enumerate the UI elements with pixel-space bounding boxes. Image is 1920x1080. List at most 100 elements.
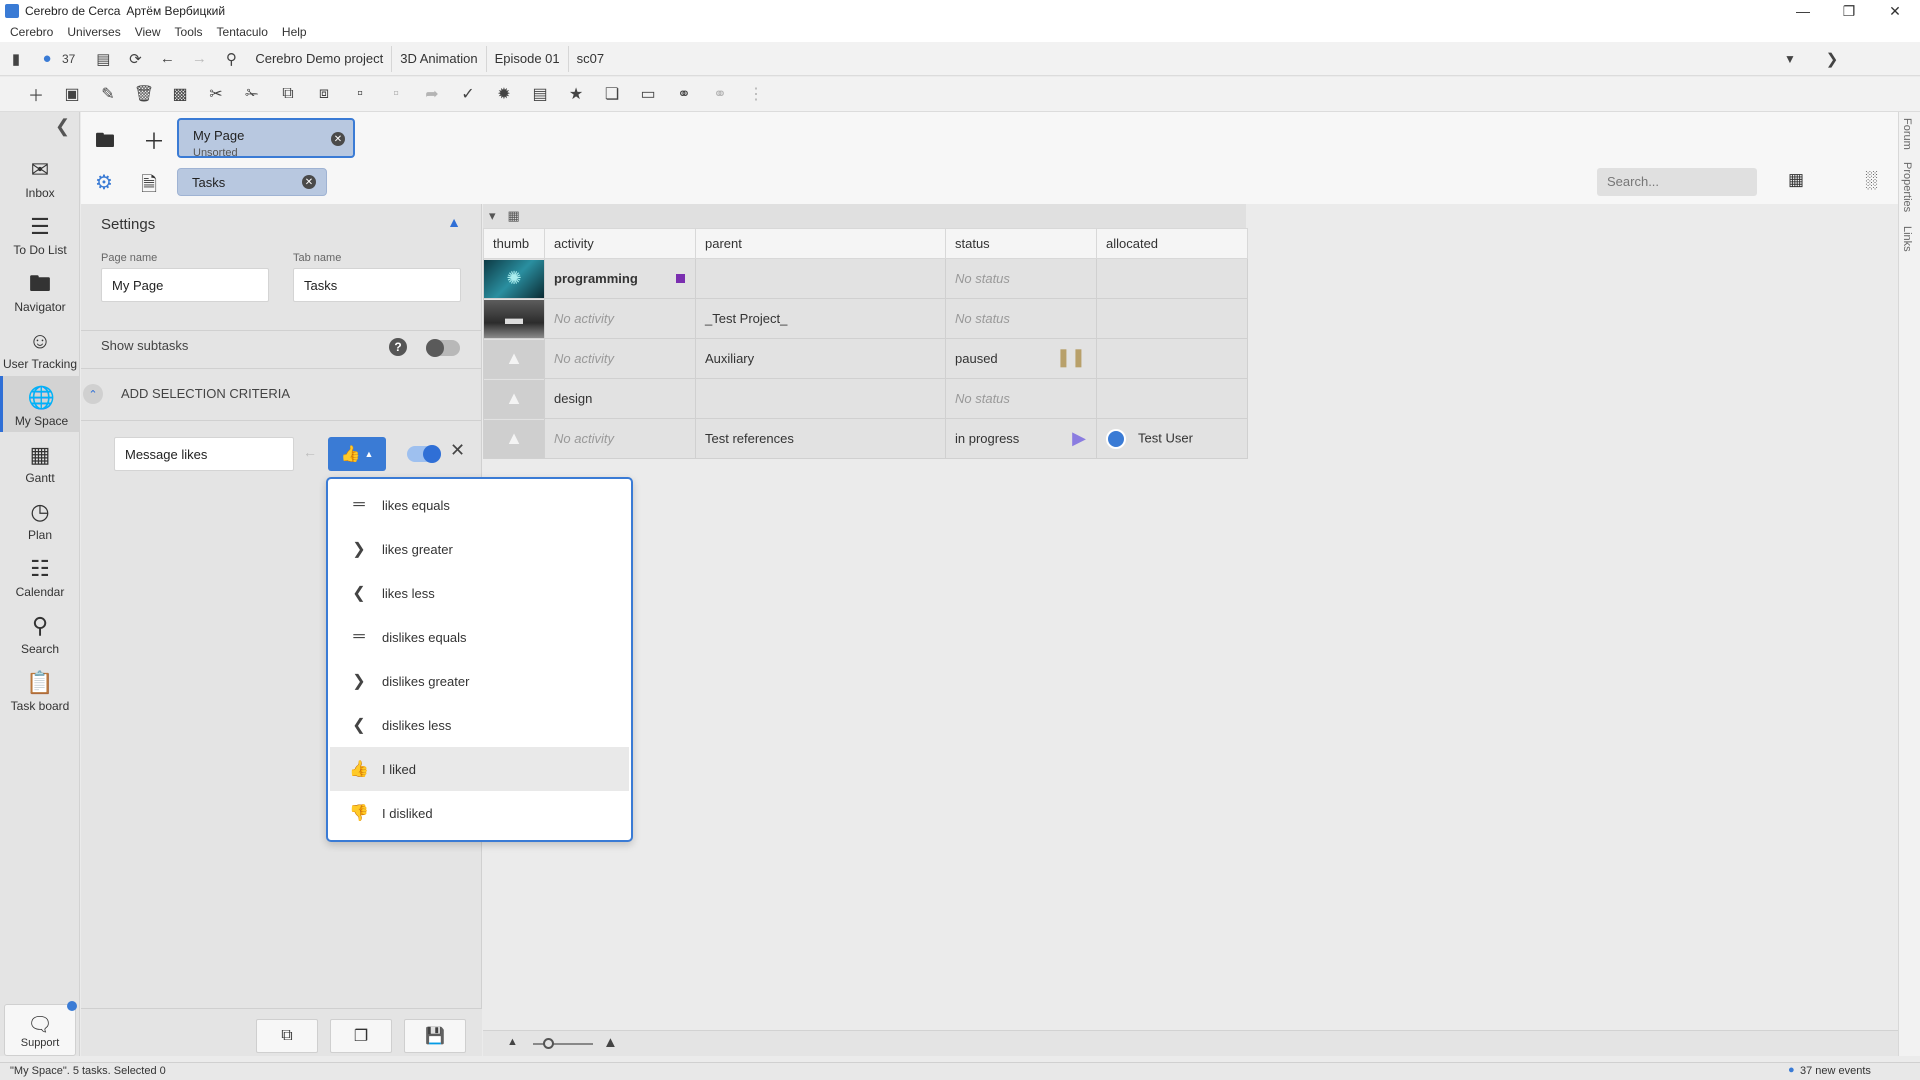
sidebar-item-user-tracking[interactable]: ☺ User Tracking <box>0 319 80 375</box>
menu-item-i-disliked[interactable]: 👎 I disliked <box>330 791 629 835</box>
excel-export-icon[interactable]: ▦ <box>1788 170 1804 190</box>
breadcrumb-scene[interactable]: sc07 <box>569 46 612 72</box>
menu-item-likes-greater[interactable]: ❯ likes greater <box>330 527 629 571</box>
close-tab-icon[interactable]: ✕ <box>302 175 316 189</box>
panel-toggle-icon[interactable]: ▮ <box>0 44 32 74</box>
copy-icon[interactable]: ⧉ <box>270 79 306 109</box>
chevron-up-icon[interactable]: ▲ <box>447 214 461 230</box>
forum-tab[interactable]: Forum <box>1901 118 1913 150</box>
add-icon[interactable]: ＋ <box>18 79 54 109</box>
filter-icon[interactable]: ▾ <box>489 208 496 224</box>
columns-icon[interactable]: ▦ <box>508 208 520 224</box>
close-window-button[interactable]: ✕ <box>1872 0 1918 22</box>
add-criteria-label[interactable]: ADD SELECTION CRITERIA <box>121 386 290 401</box>
history-dropdown-icon[interactable]: ▼ <box>1774 44 1806 74</box>
bulb-icon[interactable]: ✹ <box>486 79 522 109</box>
zoom-slider-track[interactable] <box>533 1043 593 1045</box>
layout-icon[interactable]: ▤ <box>87 44 119 74</box>
menu-cerebro[interactable]: Cerebro <box>10 25 53 39</box>
move-icon[interactable]: ▭ <box>630 79 666 109</box>
checkmark-icon[interactable]: ✓ <box>450 79 486 109</box>
refresh-icon[interactable]: ⟳ <box>119 44 151 74</box>
star-icon[interactable]: ★ <box>558 79 594 109</box>
settings-header[interactable]: Settings ▲ <box>81 204 481 244</box>
links-tab[interactable]: Links <box>1901 226 1913 252</box>
sidebar-item-to-do-list[interactable]: ☰ To Do List <box>0 205 80 261</box>
tab-name-field[interactable]: Tasks <box>293 268 461 302</box>
sidebar-item-navigator[interactable]: 🖿 Navigator <box>0 262 80 318</box>
more-icon[interactable]: ⋮ <box>738 79 774 109</box>
menu-item-dislikes-equals[interactable]: ═ dislikes equals <box>330 615 629 659</box>
stack-icon[interactable]: ▩ <box>162 79 198 109</box>
add-page-icon[interactable]: ＋ <box>143 124 165 156</box>
menu-tools[interactable]: Tools <box>175 25 203 39</box>
menu-item-dislikes-less[interactable]: ❮ dislikes less <box>330 703 629 747</box>
breadcrumb-project[interactable]: Cerebro Demo project <box>247 45 393 72</box>
zoom-slider-handle[interactable] <box>543 1038 554 1049</box>
sidebar-item-task-board[interactable]: 📋 Task board <box>0 661 80 717</box>
menu-help[interactable]: Help <box>282 25 307 39</box>
column-header-thumb[interactable]: thumb <box>483 228 545 259</box>
page-name-field[interactable]: My Page <box>101 268 269 302</box>
tab-chip-tasks[interactable]: Tasks ✕ <box>177 168 327 196</box>
add-tab-icon[interactable]: 🗎 <box>141 170 157 204</box>
table-row[interactable]: ▲ No activity Auxiliary paused ❚❚ <box>483 338 1248 379</box>
column-header-allocated[interactable]: allocated <box>1096 228 1248 259</box>
back-icon[interactable]: ← <box>151 44 183 74</box>
report-icon[interactable]: ▤ <box>522 79 558 109</box>
duplicate-button[interactable]: ❐ <box>330 1019 392 1053</box>
chevron-right-icon[interactable]: ❯ <box>1816 44 1848 74</box>
table-row[interactable]: ▬ No activity _Test Project_ No status <box>483 298 1248 339</box>
sidebar-item-inbox[interactable]: ✉ Inbox <box>0 148 80 204</box>
edit-icon[interactable]: ✎ <box>90 79 126 109</box>
properties-tab[interactable]: Properties <box>1901 162 1913 212</box>
breadcrumb-folder[interactable]: 3D Animation <box>392 45 487 72</box>
collapse-sidebar-icon[interactable]: ❮ <box>55 116 70 137</box>
zoom-in-icon[interactable]: ▲ <box>603 1034 618 1051</box>
unlink-icon[interactable]: ⚭ <box>702 79 738 109</box>
sidebar-item-gantt[interactable]: ▦ Gantt <box>0 433 80 489</box>
menu-item-dislikes-greater[interactable]: ❯ dislikes greater <box>330 659 629 703</box>
remove-criteria-icon[interactable]: ✕ <box>450 440 465 461</box>
page-chip[interactable]: My Page Unsorted ✕ <box>177 118 355 159</box>
copy-page-button[interactable]: ⧉ <box>256 1019 318 1053</box>
folder-icon[interactable]: 🖿 <box>95 126 115 160</box>
minimize-button[interactable]: — <box>1780 0 1826 22</box>
forward-icon[interactable]: → <box>183 44 215 74</box>
events-bulb-icon[interactable]: ● <box>32 44 62 74</box>
column-header-activity[interactable]: activity <box>544 228 696 259</box>
restore-button[interactable]: ❐ <box>1826 0 1872 22</box>
link-icon[interactable]: ⚭ <box>666 79 702 109</box>
sidebar-item-search[interactable]: ⚲ Search <box>0 604 80 660</box>
table-row[interactable]: ✺ programming No status <box>483 258 1248 299</box>
cut-link-icon[interactable]: ✁ <box>234 79 270 109</box>
sidebar-item-my-space[interactable]: 🌐 My Space <box>0 376 80 432</box>
settings-gear-icon[interactable]: ⚙ <box>95 170 113 195</box>
breadcrumb-episode[interactable]: Episode 01 <box>487 45 569 72</box>
menu-item-likes-equals[interactable]: ═ likes equals <box>330 483 629 527</box>
zoom-out-icon[interactable]: ▲ <box>507 1036 518 1048</box>
chevron-up-circle-icon[interactable]: ⌃ <box>83 384 103 404</box>
sidebar-item-calendar[interactable]: ☷ Calendar <box>0 547 80 603</box>
new-events-link[interactable]: 37 new events <box>1800 1065 1871 1077</box>
documents-icon[interactable]: ❏ <box>594 79 630 109</box>
sidebar-item-plan[interactable]: ◷ Plan <box>0 490 80 546</box>
copy-link-icon[interactable]: ⧈ <box>306 79 342 109</box>
criteria-enabled-toggle[interactable] <box>407 445 441 463</box>
redo-icon[interactable]: ➦ <box>414 79 450 109</box>
table-row[interactable]: ▲ design No status <box>483 378 1248 419</box>
show-subtasks-toggle[interactable] <box>426 339 460 357</box>
help-icon[interactable]: ? <box>389 338 407 356</box>
events-count[interactable]: 37 <box>62 52 75 66</box>
criteria-field[interactable]: Message likes <box>114 437 294 471</box>
paste-icon[interactable]: ▫ <box>342 79 378 109</box>
support-button[interactable]: 🗨 Support <box>4 1001 77 1056</box>
menu-view[interactable]: View <box>135 25 161 39</box>
column-header-status[interactable]: status <box>945 228 1097 259</box>
menu-tentaculo[interactable]: Tentaculo <box>217 25 268 39</box>
condition-dropdown-button[interactable]: 👍 ▲ <box>328 437 386 471</box>
paste-link-icon[interactable]: ▫ <box>378 79 414 109</box>
chart-icon[interactable]: ░ <box>1865 170 1877 190</box>
menu-item-i-liked[interactable]: 👍 I liked <box>330 747 629 791</box>
menu-item-likes-less[interactable]: ❮ likes less <box>330 571 629 615</box>
